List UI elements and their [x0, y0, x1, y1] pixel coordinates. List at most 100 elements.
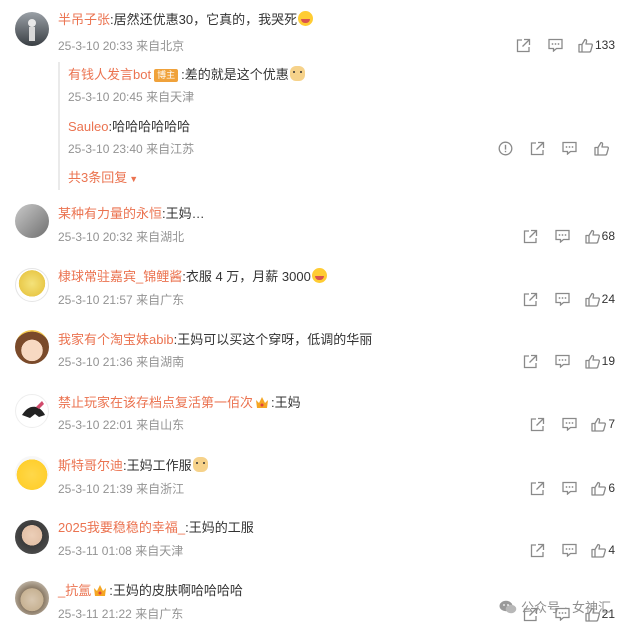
reply-thread: 有钱人发言bot 博主:差的就是这个优惠 25-3-10 20:45 来自天津 S… — [58, 62, 615, 190]
comment-time: 25-3-10 22:01 — [58, 418, 133, 432]
dog-emoji-icon — [289, 66, 305, 81]
watermark-source: 公众号 · — [521, 600, 568, 615]
comment-location: 来自湖北 — [136, 230, 185, 244]
comment-icon — [562, 417, 577, 431]
avatar[interactable] — [15, 394, 49, 428]
reply-body: :差的就是这个优惠 — [181, 67, 289, 82]
reply-button[interactable] — [547, 226, 579, 246]
comment-body: :王妈工作服 — [123, 458, 192, 473]
comment-actions: 6 — [521, 478, 615, 498]
comment-username[interactable]: _抗氲 — [58, 583, 91, 598]
comment-username[interactable]: 禁止玩家在该存档点复活第一佰次 — [58, 395, 253, 410]
reply-actions — [489, 138, 617, 158]
comment-item: 禁止玩家在该存档点复活第一佰次:王妈 25-3-10 22:01 来自山东 7 — [0, 390, 625, 450]
like-button[interactable]: 7 — [585, 414, 615, 434]
thumbs-up-icon — [584, 229, 600, 244]
reply-button[interactable] — [553, 138, 585, 158]
share-button[interactable] — [521, 138, 553, 158]
avatar[interactable] — [15, 268, 49, 302]
like-count: 133 — [594, 38, 615, 52]
share-icon — [523, 354, 538, 368]
comment-username[interactable]: 棣球常驻嘉宾_锦鲤酱 — [58, 269, 182, 284]
avatar[interactable] — [15, 581, 49, 615]
comment-body: :王妈可以买这个穿呀，低调的华丽 — [173, 332, 373, 347]
comment-item: 我家有个淘宝妹abib:王妈可以买这个穿呀，低调的华丽 25-3-10 21:3… — [0, 326, 625, 386]
comment-location: 来自天津 — [135, 544, 184, 558]
share-button[interactable] — [515, 226, 547, 246]
comment-time: 25-3-10 21:36 — [58, 355, 133, 369]
share-icon — [530, 481, 544, 495]
comment-location: 来自广东 — [135, 607, 184, 621]
comment-username[interactable]: 我家有个淘宝妹abib — [58, 332, 174, 347]
avatar[interactable] — [15, 330, 49, 364]
comment-icon — [548, 38, 564, 52]
crown-icon — [94, 585, 107, 596]
like-button[interactable]: 6 — [585, 478, 615, 498]
reply-button[interactable] — [547, 351, 579, 371]
reply-button[interactable] — [553, 478, 585, 498]
reply-text: Sauleo:哈哈哈哈哈哈 — [68, 116, 190, 135]
comment-text: _抗氲:王妈的皮肤啊哈哈哈哈 — [58, 582, 243, 600]
comment-meta: 25-3-10 21:36 来自湖南 — [58, 354, 184, 370]
like-count: 19 — [601, 354, 615, 368]
comment-body: :居然还优惠30，它真的，我哭死 — [110, 12, 298, 27]
reply-username[interactable]: Sauleo — [68, 119, 108, 134]
like-button[interactable]: 4 — [585, 540, 615, 560]
comment-text: 棣球常驻嘉宾_锦鲤酱:衣服 4 万，月薪 3000 — [58, 268, 327, 286]
comment-username[interactable]: 某种有力量的永恒 — [58, 206, 162, 221]
comment-text: 2025我要稳稳的幸福_:王妈的工服 — [58, 519, 254, 537]
thumbs-up-icon — [584, 292, 600, 307]
avatar[interactable] — [15, 520, 49, 554]
more-replies-label: 共3条回复 — [68, 170, 128, 185]
like-button[interactable]: 68 — [579, 226, 615, 246]
reply-button[interactable] — [553, 540, 585, 560]
comment-location: 来自北京 — [136, 39, 185, 53]
reply-item: 有钱人发言bot 博主:差的就是这个优惠 25-3-10 20:45 来自天津 — [68, 62, 617, 110]
watermark: 公众号 · 女神汇 — [499, 597, 611, 616]
comment-meta: 25-3-10 21:57 来自广东 — [58, 292, 184, 308]
comment-body: :王妈… — [162, 206, 205, 221]
avatar[interactable] — [15, 12, 49, 46]
comment-time: 25-3-11 21:22 — [58, 607, 132, 621]
comment-location: 来自浙江 — [136, 482, 185, 496]
laugh-emoji-icon — [298, 11, 314, 26]
reply-button[interactable] — [547, 289, 579, 309]
dog-emoji-icon — [192, 457, 208, 472]
like-count: 24 — [601, 292, 615, 306]
comment-item: 半吊子张:居然还优惠30，它真的，我哭死 25-3-10 20:33 来自北京 … — [0, 0, 625, 195]
share-button[interactable] — [521, 478, 553, 498]
like-button[interactable]: 19 — [579, 351, 615, 371]
report-button[interactable] — [489, 138, 521, 158]
comment-username[interactable]: 半吊子张 — [58, 12, 110, 27]
comment-location: 来自湖南 — [136, 355, 185, 369]
like-button[interactable] — [585, 138, 617, 158]
share-icon — [530, 141, 544, 155]
reply-meta: 25-3-10 20:45 来自天津 — [68, 89, 194, 105]
reply-button[interactable] — [553, 414, 585, 434]
share-button[interactable] — [521, 540, 553, 560]
comment-meta: 25-3-10 20:32 来自湖北 — [58, 229, 184, 245]
like-button[interactable]: 133 — [572, 35, 615, 55]
avatar[interactable] — [15, 456, 49, 490]
reply-button[interactable] — [540, 35, 572, 55]
comment-icon — [562, 481, 577, 495]
author-badge: 博主 — [154, 69, 179, 82]
avatar[interactable] — [15, 204, 49, 238]
comment-time: 25-3-11 01:08 — [58, 544, 132, 558]
thumbs-up-icon — [591, 481, 607, 496]
comment-username[interactable]: 2025我要稳稳的幸福_ — [58, 520, 185, 535]
comment-item: 斯特哥尔迪:王妈工作服 25-3-10 21:39 来自浙江 6 — [0, 454, 625, 514]
comment-body: :衣服 4 万，月薪 3000 — [182, 269, 311, 284]
comment-username[interactable]: 斯特哥尔迪 — [58, 458, 123, 473]
share-button[interactable] — [515, 351, 547, 371]
reply-username[interactable]: 有钱人发言bot — [68, 67, 151, 82]
comment-body: :王妈的工服 — [185, 520, 254, 535]
comment-meta: 25-3-11 01:08 来自天津 — [58, 543, 183, 559]
share-button[interactable] — [521, 414, 553, 434]
share-button[interactable] — [515, 289, 547, 309]
comment-actions: 68 — [515, 226, 615, 246]
reply-meta: 25-3-10 23:40 来自江苏 — [68, 141, 194, 157]
more-replies-link[interactable]: 共3条回复 ▼ — [68, 167, 138, 186]
like-button[interactable]: 24 — [579, 289, 615, 309]
share-button[interactable] — [508, 35, 540, 55]
